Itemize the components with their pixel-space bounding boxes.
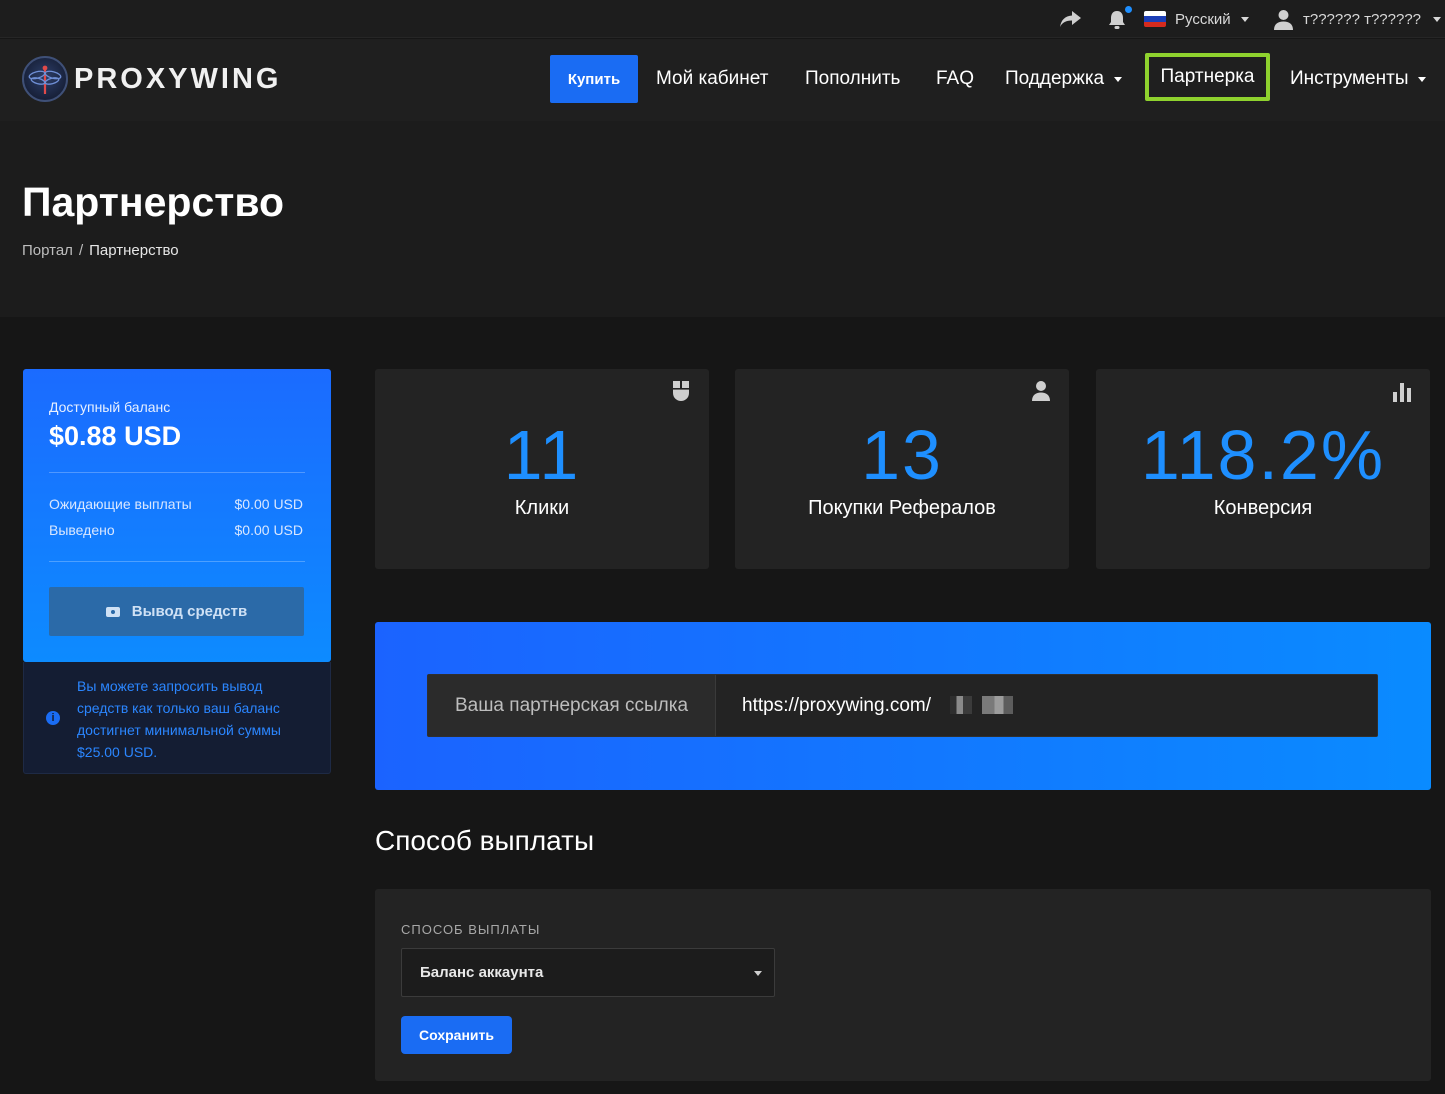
pending-payouts-value: $0.00 USD xyxy=(234,496,303,512)
chevron-down-icon xyxy=(1433,16,1442,22)
divider xyxy=(49,561,305,562)
withdraw-button-label: Вывод средств xyxy=(131,603,248,620)
stat-card-conversion: 118.2% Конверсия xyxy=(1096,369,1430,569)
withdrawn-label: Выведено xyxy=(49,522,115,538)
payout-method-selected: Баланс аккаунта xyxy=(420,964,544,981)
stat-label: Конверсия xyxy=(1213,497,1313,519)
divider xyxy=(49,472,305,473)
user-name: т?????? т?????? xyxy=(1303,10,1422,28)
breadcrumb-portal[interactable]: Портал xyxy=(22,242,73,259)
money-icon xyxy=(105,606,120,617)
chevron-down-icon xyxy=(754,971,762,976)
withdrawn-value: $0.00 USD xyxy=(234,522,303,538)
page-header: Партнерство Портал / Партнерство xyxy=(0,121,1445,317)
balance-card: Доступный баланс $0.88 USD Ожидающие вып… xyxy=(23,369,331,662)
stat-card-clicks: 11 Клики xyxy=(375,369,709,569)
nav-my-cabinet[interactable]: Мой кабинет xyxy=(656,55,768,103)
stat-value: 13 xyxy=(861,416,943,494)
top-utility-bar: Русский т?????? т?????? xyxy=(0,0,1445,38)
page-title: Партнерство xyxy=(22,179,285,225)
user-icon xyxy=(1274,9,1293,30)
chevron-down-icon xyxy=(1418,76,1427,82)
payout-method-select[interactable]: Баланс аккаунта xyxy=(401,948,775,997)
stat-value: 118.2% xyxy=(1140,416,1386,494)
stat-label: Клики xyxy=(514,497,570,519)
available-balance-label: Доступный баланс xyxy=(49,399,171,415)
notification-dot xyxy=(1125,6,1132,13)
chevron-down-icon xyxy=(1240,16,1249,22)
available-balance-value: $0.88 USD xyxy=(49,421,182,451)
mouse-icon xyxy=(673,381,689,401)
pending-payouts-row: Ожидающие выплаты $0.00 USD xyxy=(49,496,303,512)
withdraw-info-text: Вы можете запросить вывод средств как то… xyxy=(77,678,281,760)
payout-method-field-label: СПОСОБ ВЫПЛАТЫ xyxy=(401,922,541,937)
chevron-down-icon xyxy=(1114,76,1123,82)
stat-value: 11 xyxy=(503,416,581,494)
notifications-bell-icon[interactable] xyxy=(1107,0,1132,38)
language-selector[interactable]: Русский xyxy=(1144,0,1249,38)
buy-button[interactable]: Купить xyxy=(550,55,638,103)
breadcrumb-separator: / xyxy=(78,242,84,259)
nav-topup[interactable]: Пополнить xyxy=(805,55,900,103)
withdraw-button[interactable]: Вывод средств xyxy=(49,587,304,636)
nav-support[interactable]: Поддержка xyxy=(1005,55,1123,103)
info-icon: i xyxy=(46,711,60,725)
user-icon xyxy=(1032,381,1050,401)
bar-chart-icon xyxy=(1393,383,1411,402)
breadcrumb: Портал / Партнерство xyxy=(22,242,179,259)
main-navbar: PROXYWING Купить Мой кабинет Пополнить F… xyxy=(0,39,1445,121)
payout-method-heading: Способ выплаты xyxy=(375,825,595,856)
withdraw-info-box: i Вы можете запросить вывод средств как … xyxy=(23,662,331,774)
payout-method-card: СПОСОБ ВЫПЛАТЫ Баланс аккаунта Сохранить xyxy=(375,889,1431,1081)
stat-label: Покупки Рефералов xyxy=(808,497,996,519)
russia-flag-icon xyxy=(1144,11,1166,27)
referral-link-group: Ваша партнерская ссылка xyxy=(427,674,1378,737)
referral-link-label: Ваша партнерская ссылка xyxy=(428,675,716,736)
pending-payouts-label: Ожидающие выплаты xyxy=(49,496,192,512)
stat-card-referral-purchases: 13 Покупки Рефералов xyxy=(735,369,1069,569)
logo[interactable]: PROXYWING xyxy=(22,56,281,102)
language-label: Русский xyxy=(1175,10,1231,28)
referral-link-input[interactable] xyxy=(716,675,1377,736)
redacted-link-part xyxy=(950,696,972,714)
nav-faq[interactable]: FAQ xyxy=(936,55,974,103)
redacted-link-part xyxy=(982,696,1013,714)
nav-partner[interactable]: Партнерка xyxy=(1145,53,1270,101)
withdrawn-row: Выведено $0.00 USD xyxy=(49,522,303,538)
referral-link-panel: Ваша партнерская ссылка xyxy=(375,622,1431,790)
breadcrumb-current: Партнерство xyxy=(89,242,179,259)
save-button[interactable]: Сохранить xyxy=(401,1016,512,1054)
brand-name: PROXYWING xyxy=(74,62,282,95)
user-menu[interactable]: т?????? т?????? xyxy=(1273,0,1442,38)
nav-support-label: Поддержка xyxy=(1005,68,1105,89)
nav-tools[interactable]: Инструменты xyxy=(1290,55,1427,103)
dragonfly-logo-icon xyxy=(22,56,68,102)
share-icon[interactable] xyxy=(1059,0,1082,38)
nav-tools-label: Инструменты xyxy=(1290,68,1409,89)
